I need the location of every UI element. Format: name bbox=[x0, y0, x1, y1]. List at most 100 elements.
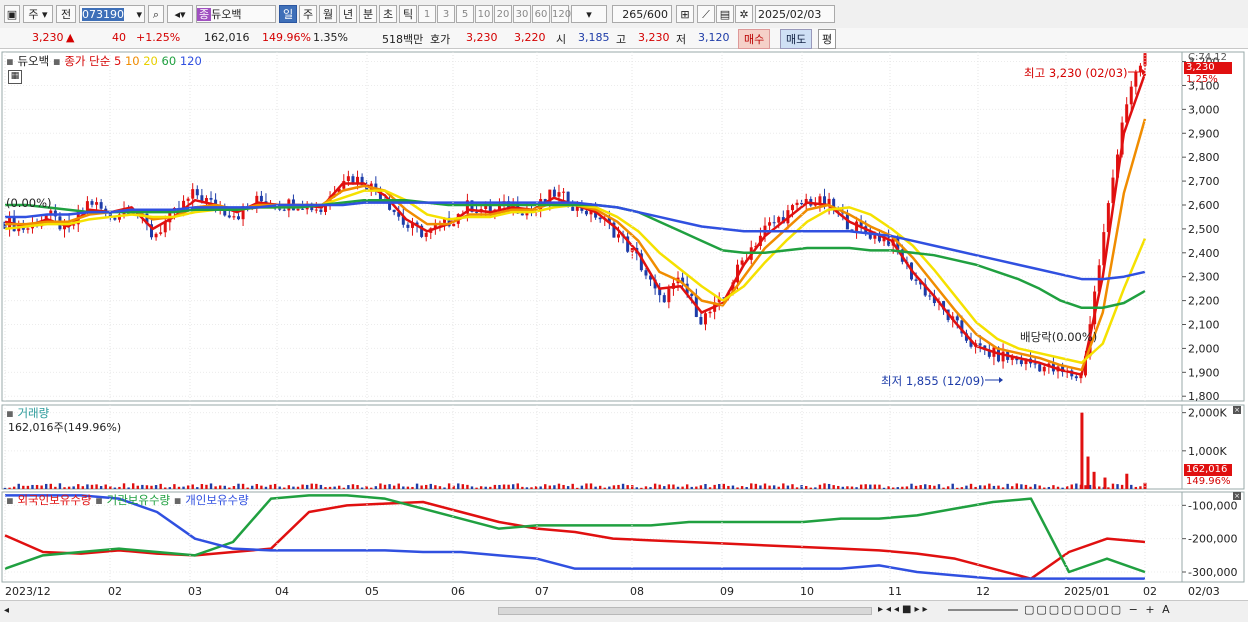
candle-body bbox=[584, 210, 588, 215]
speaker-icon[interactable]: ◂▾ bbox=[167, 5, 193, 23]
volume-bar bbox=[99, 486, 103, 489]
volume-bar bbox=[608, 486, 611, 489]
sell-button[interactable]: 매도 bbox=[780, 29, 813, 49]
minute-button-5[interactable]: 5 bbox=[456, 5, 474, 23]
tf-button-3[interactable]: 년 bbox=[339, 5, 357, 23]
volume-bar bbox=[136, 485, 139, 489]
zoom-slider[interactable] bbox=[948, 609, 1018, 611]
tf-button-5[interactable]: 초 bbox=[379, 5, 397, 23]
playback-controls[interactable]: ▸◂◂■▸▸ bbox=[878, 604, 931, 615]
candle-body bbox=[259, 195, 263, 202]
indicator-icon[interactable]: ⊞ bbox=[676, 5, 694, 23]
stock-name: 듀오백 bbox=[211, 8, 242, 21]
chart-area[interactable]: 1,800 1,900 2,000 2,100 2,200 2,300 2,400 2,500… bbox=[0, 49, 1248, 600]
date-field[interactable]: 2025/02/03 ▦ bbox=[755, 5, 835, 39]
market-select[interactable]: 주 ▾ bbox=[23, 5, 53, 23]
volume-bar bbox=[347, 485, 350, 489]
search-icon[interactable]: ⌕ bbox=[148, 5, 164, 23]
volume-bar bbox=[896, 487, 899, 489]
volume-bar bbox=[933, 485, 936, 489]
volume-bar bbox=[1043, 487, 1046, 489]
volume-bar bbox=[754, 483, 758, 489]
minute-button-1[interactable]: 1 bbox=[418, 5, 436, 23]
volume-bar bbox=[832, 485, 835, 489]
legend-bullet-icon: ▪ bbox=[6, 54, 14, 68]
stock-name-field[interactable]: 종 듀오백 bbox=[196, 5, 276, 23]
volume-bar bbox=[269, 484, 272, 489]
volume-bar bbox=[585, 483, 588, 489]
drawing-icon[interactable]: ⟋ bbox=[697, 5, 715, 23]
volume-bar bbox=[457, 483, 460, 489]
candle-body bbox=[772, 222, 776, 224]
legend-ma-label[interactable]: 종가 단순 bbox=[64, 54, 110, 68]
candle-body bbox=[154, 233, 158, 238]
period-select[interactable]: 전 bbox=[56, 5, 76, 23]
volume-bar bbox=[576, 487, 579, 489]
tf-button-0[interactable]: 일 bbox=[279, 5, 297, 23]
price-tick-label: 2,100 bbox=[1188, 319, 1220, 332]
volume-bar bbox=[186, 485, 190, 489]
scroll-thumb[interactable] bbox=[498, 607, 872, 615]
save-icon[interactable]: ▤ bbox=[716, 5, 734, 23]
volume-bar bbox=[58, 483, 62, 489]
legend-stock-name[interactable]: 듀오백 bbox=[17, 54, 49, 68]
volume-bar bbox=[489, 486, 492, 489]
volume-bar bbox=[562, 484, 565, 489]
gear-icon[interactable]: ✲ bbox=[735, 5, 753, 23]
minute-button-120[interactable]: 120 bbox=[551, 5, 571, 23]
volume-bar bbox=[1056, 486, 1060, 489]
table-icon[interactable]: ▦ bbox=[8, 70, 22, 84]
legend-foreign[interactable]: 외국인보유수량 bbox=[17, 493, 91, 507]
layout-icon[interactable]: ▣ bbox=[4, 5, 20, 23]
candle-body bbox=[818, 196, 822, 204]
holding-legend: ▪ 외국인보유수량 ▪ 기관보유수량 ▪ 개인보유수량 bbox=[6, 492, 249, 508]
minute-button-20[interactable]: 20 bbox=[494, 5, 512, 23]
minute-button-60[interactable]: 60 bbox=[532, 5, 550, 23]
candle-body bbox=[95, 202, 99, 205]
volume-title[interactable]: 거래량 bbox=[17, 406, 49, 420]
volume-bar bbox=[310, 483, 313, 489]
zoom-controls[interactable]: ▢▢▢▢▢▢▢▢ − + A bbox=[1024, 603, 1172, 616]
volume-bar bbox=[1139, 486, 1142, 489]
count-field[interactable]: 265/600 bbox=[612, 5, 672, 23]
candle-body bbox=[195, 189, 199, 196]
candle-body bbox=[314, 209, 318, 211]
eval-button[interactable]: 평 bbox=[818, 29, 837, 49]
volume-bar bbox=[35, 484, 39, 489]
price-tick-label: 2,700 bbox=[1188, 175, 1220, 188]
minute-button-30[interactable]: 30 bbox=[513, 5, 531, 23]
volume-bar bbox=[470, 486, 474, 489]
tf-button-6[interactable]: 틱 bbox=[399, 5, 417, 23]
volume-bar bbox=[1084, 485, 1087, 489]
stock-code-input[interactable]: 073190 ▾ bbox=[79, 5, 145, 23]
volume-bar bbox=[745, 487, 748, 489]
candle-body bbox=[703, 313, 707, 325]
volume-bar bbox=[814, 487, 817, 489]
volume-bar bbox=[1029, 486, 1032, 489]
volume-bar bbox=[324, 487, 327, 489]
volume-bar bbox=[164, 487, 167, 489]
volume-bar bbox=[727, 485, 730, 489]
close-icon[interactable]: × bbox=[1233, 406, 1241, 414]
volume-bar bbox=[598, 485, 602, 489]
tf-button-4[interactable]: 분 bbox=[359, 5, 377, 23]
legend-individual[interactable]: 개인보유수량 bbox=[185, 493, 248, 507]
volume-bar bbox=[850, 486, 854, 489]
volume-bar bbox=[264, 486, 268, 489]
minute-custom-select[interactable]: ▾ bbox=[571, 5, 607, 23]
volume-bar bbox=[869, 484, 872, 489]
minute-button-3[interactable]: 3 bbox=[437, 5, 455, 23]
volume-bar bbox=[1075, 483, 1078, 489]
volume-bar bbox=[168, 487, 172, 489]
close-icon[interactable]: × bbox=[1233, 492, 1241, 500]
legend-institution[interactable]: 기관보유수량 bbox=[107, 493, 170, 507]
volume-bar bbox=[731, 485, 735, 489]
scroll-left-icon[interactable]: ◂ bbox=[4, 605, 9, 616]
volume-bar bbox=[374, 486, 378, 489]
minute-button-10[interactable]: 10 bbox=[475, 5, 493, 23]
buy-button[interactable]: 매수 bbox=[738, 29, 771, 49]
tf-button-1[interactable]: 주 bbox=[299, 5, 317, 23]
high-label: 고 bbox=[616, 33, 627, 46]
tf-button-2[interactable]: 월 bbox=[319, 5, 337, 23]
volume-bar bbox=[90, 484, 94, 489]
